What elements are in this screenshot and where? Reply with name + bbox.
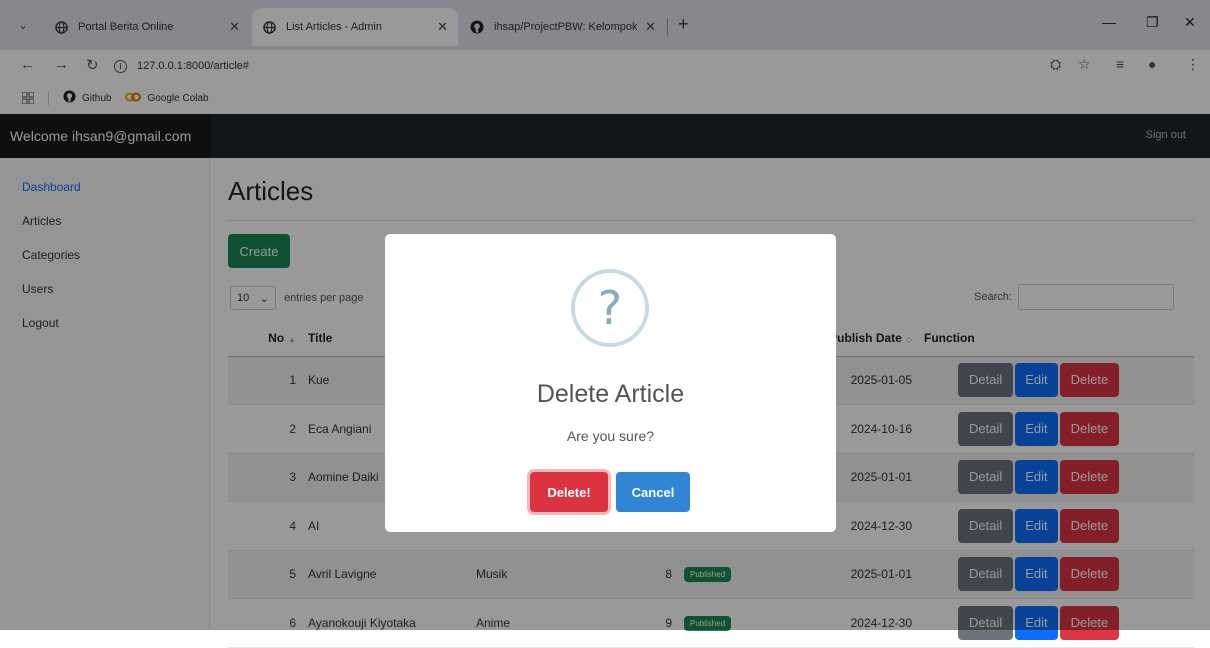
dialog-title: Delete Article <box>536 380 685 408</box>
confirm-delete-button[interactable]: Delete! <box>530 472 608 512</box>
question-icon: ? <box>571 269 649 347</box>
cancel-button[interactable]: Cancel <box>616 472 690 512</box>
delete-confirm-dialog: ? Delete Article Are you sure? Delete! C… <box>385 234 836 532</box>
dialog-text: Are you sure? <box>566 428 655 444</box>
